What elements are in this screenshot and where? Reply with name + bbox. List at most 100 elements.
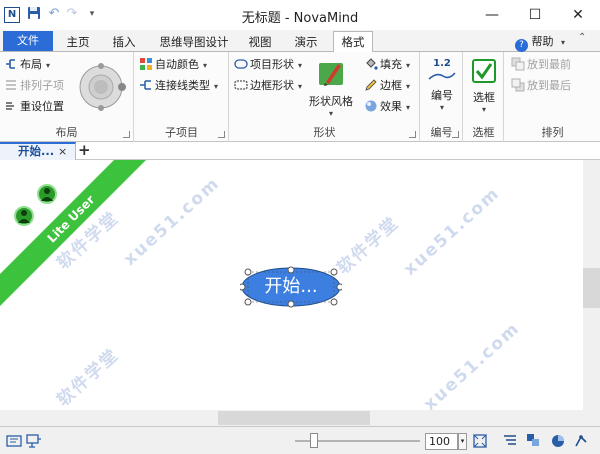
- fill-button[interactable]: 填充 ▾: [364, 56, 410, 74]
- map-view-icon[interactable]: [526, 433, 542, 452]
- connector-icon: [139, 78, 153, 92]
- numbering-icon: 1.2: [427, 58, 457, 85]
- tab-insert[interactable]: 插入: [106, 32, 142, 52]
- tab-file[interactable]: 文件: [3, 31, 53, 51]
- reset-position-button[interactable]: 重设位置: [4, 98, 64, 116]
- brush-icon: [306, 58, 356, 91]
- ribbon: 布局 ▾ 排列子项 重设位置 布局 自动颜色 ▾ 连接线类型 ▾ 子项目 项目形…: [0, 52, 600, 142]
- send-to-back-icon: [511, 78, 525, 92]
- tab-present[interactable]: 演示: [288, 32, 324, 52]
- horizontal-scroll-thumb[interactable]: [218, 411, 370, 425]
- border-shape-icon: [234, 78, 248, 92]
- redo-icon[interactable]: ↷: [64, 6, 80, 22]
- zoom-input[interactable]: 100: [425, 433, 458, 450]
- checkbox-button[interactable]: 选框 ▾: [466, 58, 502, 114]
- minimize-button[interactable]: —: [472, 2, 512, 28]
- new-tab-button[interactable]: +: [78, 142, 91, 158]
- chevron-down-icon: ▾: [481, 105, 486, 114]
- fill-icon: [364, 57, 378, 71]
- vertical-scroll-thumb[interactable]: [583, 268, 600, 308]
- children-group-label: 子项目: [165, 126, 198, 139]
- shape-group: 项目形状 ▾ 边框形状 ▾ 形状风格 ▾ 填充 ▾ 边框 ▾ 效果 ▾ 形状: [230, 52, 420, 142]
- status-bar: 100 ▾: [0, 426, 600, 454]
- title-bar: N ↶ ↷ ▾ 无标题 - NovaMind — ☐ ✕: [0, 0, 600, 30]
- connector-type-button[interactable]: 连接线类型 ▾: [139, 77, 218, 95]
- border-shape-button[interactable]: 边框形状 ▾: [234, 77, 302, 95]
- fit-to-window-icon[interactable]: [472, 433, 488, 452]
- tab-home[interactable]: 主页: [60, 32, 96, 52]
- help-label: 帮助: [531, 35, 554, 48]
- arrange-children-icon: [4, 78, 18, 92]
- zoom-slider-thumb[interactable]: [309, 433, 318, 448]
- root-node[interactable]: 开始...: [240, 266, 342, 308]
- help-button[interactable]: ? 帮助 ▾: [515, 34, 566, 52]
- document-tab[interactable]: 开始... ×: [0, 142, 76, 160]
- numbering-group: 1.2 编号 ▾ 编号: [421, 52, 463, 142]
- quick-access-dropdown-icon[interactable]: ▾: [84, 6, 100, 22]
- watermark: xue51.com: [420, 318, 525, 415]
- shape-style-button[interactable]: 形状风格 ▾: [306, 58, 356, 118]
- layout-group: 布局 ▾ 排列子项 重设位置 布局: [0, 52, 134, 142]
- layout-group-label: 布局: [55, 126, 78, 139]
- effect-button[interactable]: 效果 ▾: [364, 98, 410, 116]
- auto-color-icon: [139, 57, 153, 71]
- auto-color-button[interactable]: 自动颜色 ▾: [139, 56, 207, 74]
- layout-group-launcher-icon[interactable]: [123, 131, 130, 138]
- lite-user-banner: Lite User: [0, 160, 150, 310]
- root-node-label: 开始...: [264, 276, 318, 297]
- outline-view-icon[interactable]: [6, 433, 22, 452]
- timeline-view-icon[interactable]: [574, 433, 590, 452]
- watermark: 软件学堂: [53, 344, 124, 411]
- numbering-button[interactable]: 1.2 编号 ▾: [423, 58, 461, 112]
- bring-to-front-icon: [511, 57, 525, 71]
- pencil-icon: [364, 78, 378, 92]
- ribbon-tab-bar: 文件 主页 插入 思维导图设计 视图 演示 格式 ? 帮助 ▾ ⌃: [0, 30, 600, 52]
- shape-group-label: 形状: [313, 126, 336, 139]
- tab-mindmap-design[interactable]: 思维导图设计: [152, 32, 236, 52]
- user-icon: [14, 206, 34, 226]
- bring-to-front-button[interactable]: 放到最前: [511, 56, 571, 74]
- numbering-group-launcher-icon[interactable]: [452, 131, 459, 138]
- reset-position-icon: [4, 99, 18, 113]
- children-group: 自动颜色 ▾ 连接线类型 ▾ 子项目: [135, 52, 229, 142]
- help-icon: ?: [515, 39, 528, 52]
- checkbox-group: 选框 ▾ 选框: [464, 52, 504, 142]
- layout-button[interactable]: 布局 ▾: [4, 56, 50, 74]
- app-logo-icon[interactable]: N: [4, 7, 20, 23]
- scroll-corner: [583, 410, 600, 426]
- arrange-children-button[interactable]: 排列子项: [4, 77, 64, 95]
- chart-view-icon[interactable]: [550, 433, 566, 452]
- document-tab-label: 开始...: [18, 144, 55, 158]
- save-icon[interactable]: [26, 6, 42, 22]
- chevron-down-icon: ▾: [439, 103, 444, 112]
- tab-format[interactable]: 格式: [333, 31, 373, 52]
- item-shape-icon: [234, 57, 248, 71]
- send-to-back-button[interactable]: 放到最后: [511, 77, 571, 95]
- chevron-down-icon: ▾: [328, 109, 333, 118]
- chevron-down-icon: ▾: [561, 38, 566, 47]
- watermark: xue51.com: [400, 183, 505, 280]
- arrange-group-label: 排列: [541, 126, 564, 139]
- zoom-dropdown-icon[interactable]: ▾: [458, 433, 467, 450]
- maximize-button[interactable]: ☐: [515, 2, 555, 28]
- close-tab-icon[interactable]: ×: [58, 144, 67, 159]
- checkbox-group-label: 选框: [472, 126, 495, 139]
- arrange-group: 放到最前 放到最后 排列: [505, 52, 600, 142]
- layout-icon: [4, 57, 18, 71]
- list-view-icon[interactable]: [502, 433, 518, 452]
- document-tab-bar: 开始... × +: [0, 142, 600, 160]
- checkbox-icon: [466, 58, 502, 87]
- close-button[interactable]: ✕: [558, 2, 598, 28]
- effect-icon: [364, 99, 378, 113]
- layout-dial-icon[interactable]: [78, 57, 128, 115]
- mindmap-canvas[interactable]: 软件学堂 xue51.com 软件学堂 xue51.com 软件学堂 xue51…: [0, 160, 600, 426]
- tab-view[interactable]: 视图: [242, 32, 278, 52]
- border-button[interactable]: 边框 ▾: [364, 77, 410, 95]
- user-icon: [37, 184, 57, 204]
- shape-group-launcher-icon[interactable]: [409, 131, 416, 138]
- presentation-view-icon[interactable]: [26, 433, 42, 452]
- item-shape-button[interactable]: 项目形状 ▾: [234, 56, 302, 74]
- children-group-launcher-icon[interactable]: [218, 131, 225, 138]
- undo-icon[interactable]: ↶: [46, 6, 62, 22]
- collapse-ribbon-icon[interactable]: ⌃: [578, 32, 586, 43]
